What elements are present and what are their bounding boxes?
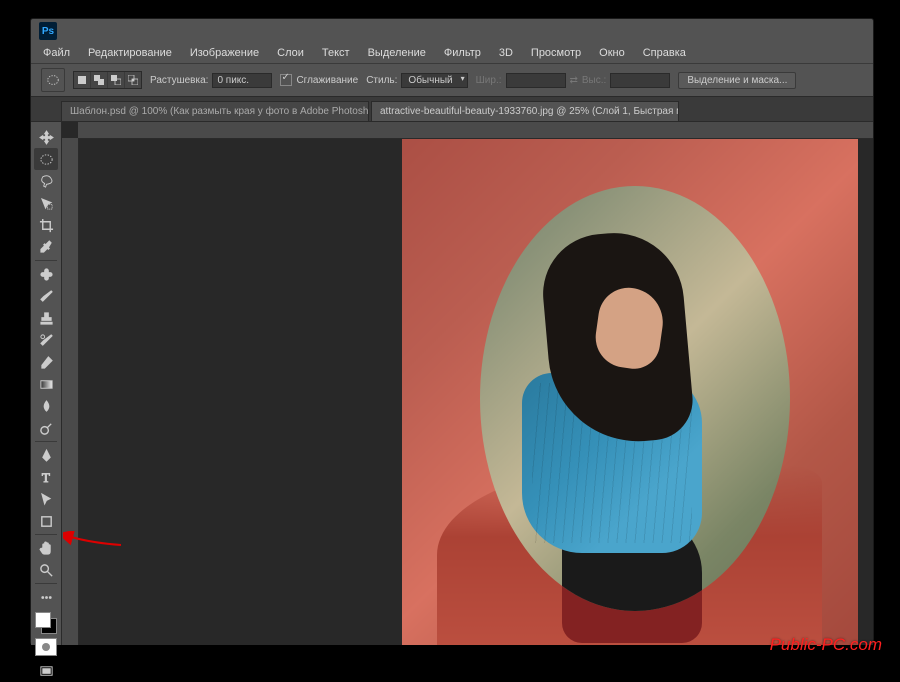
workspace: T — [31, 122, 873, 645]
screen-mode-icon[interactable] — [34, 660, 58, 682]
menu-layer[interactable]: Слои — [269, 45, 312, 61]
options-bar: Растушевка: Сглаживание Стиль: Обычный Ш… — [31, 63, 873, 97]
feather-label: Растушевка: — [150, 75, 208, 86]
dodge-tool-icon[interactable] — [34, 417, 58, 439]
color-swatches[interactable] — [35, 612, 57, 634]
tab-label: Шаблон.psd @ 100% (Как размыть края у фо… — [70, 106, 369, 117]
menu-help[interactable]: Справка — [635, 45, 694, 61]
eyedropper-tool-icon[interactable] — [34, 236, 58, 258]
zoom-tool-icon[interactable] — [34, 559, 58, 581]
marquee-tool-icon[interactable] — [34, 148, 58, 170]
eraser-tool-icon[interactable] — [34, 351, 58, 373]
annotation-arrow — [63, 531, 123, 552]
selection-subtract-icon[interactable] — [108, 72, 124, 88]
svg-text:T: T — [41, 470, 49, 485]
menu-text[interactable]: Текст — [314, 45, 358, 61]
height-label: Выс.: — [582, 75, 606, 86]
path-select-tool-icon[interactable] — [34, 488, 58, 510]
swap-dims-icon: ⇄ — [570, 75, 578, 86]
menu-select[interactable]: Выделение — [360, 45, 434, 61]
ruler-horizontal — [78, 122, 873, 139]
history-brush-tool-icon[interactable] — [34, 329, 58, 351]
quick-mask-selection — [480, 186, 790, 611]
document-canvas[interactable] — [402, 138, 858, 645]
menu-filter[interactable]: Фильтр — [436, 45, 489, 61]
selection-intersect-icon[interactable] — [125, 72, 141, 88]
type-tool-icon[interactable]: T — [34, 466, 58, 488]
move-tool-icon[interactable] — [34, 126, 58, 148]
quick-mask-toggle-icon[interactable] — [35, 638, 57, 656]
selection-new-icon[interactable] — [74, 72, 90, 88]
menu-edit[interactable]: Редактирование — [80, 45, 180, 61]
height-input — [610, 73, 670, 88]
titlebar: Ps — [31, 19, 873, 43]
menu-view[interactable]: Просмотр — [523, 45, 589, 61]
crop-tool-icon[interactable] — [34, 214, 58, 236]
feather-input[interactable] — [212, 73, 272, 88]
antialias-label: Сглаживание — [296, 75, 358, 86]
foreground-color[interactable] — [35, 612, 51, 628]
ruler-vertical — [62, 138, 79, 645]
style-dropdown[interactable]: Обычный — [401, 73, 467, 88]
pen-tool-icon[interactable] — [34, 444, 58, 466]
document-tabs: Шаблон.psd @ 100% (Как размыть края у фо… — [31, 97, 873, 122]
blur-tool-icon[interactable] — [34, 395, 58, 417]
style-label: Стиль: — [366, 75, 397, 86]
edit-toolbar-icon[interactable] — [34, 586, 58, 608]
watermark: Public-PC.com — [770, 635, 882, 655]
healing-tool-icon[interactable] — [34, 263, 58, 285]
menu-image[interactable]: Изображение — [182, 45, 267, 61]
hand-tool-icon[interactable] — [34, 537, 58, 559]
tab-photo[interactable]: attractive-beautiful-beauty-1933760.jpg … — [371, 101, 679, 121]
current-tool-icon[interactable] — [41, 68, 65, 92]
menu-3d[interactable]: 3D — [491, 45, 521, 61]
brush-tool-icon[interactable] — [34, 285, 58, 307]
app-window: Ps Файл Редактирование Изображение Слои … — [30, 18, 874, 645]
quick-select-tool-icon[interactable] — [34, 192, 58, 214]
menubar: Файл Редактирование Изображение Слои Тек… — [31, 43, 873, 63]
width-input — [506, 73, 566, 88]
selection-add-icon[interactable] — [91, 72, 107, 88]
stamp-tool-icon[interactable] — [34, 307, 58, 329]
tools-panel: T — [31, 122, 62, 645]
selection-mode-group — [73, 71, 142, 89]
tab-label: attractive-beautiful-beauty-1933760.jpg … — [380, 106, 679, 117]
app-logo: Ps — [39, 22, 57, 40]
select-and-mask-button[interactable]: Выделение и маска... — [678, 72, 796, 89]
shape-tool-icon[interactable] — [34, 510, 58, 532]
width-label: Шир.: — [476, 75, 502, 86]
gradient-tool-icon[interactable] — [34, 373, 58, 395]
antialias-checkbox[interactable] — [280, 74, 292, 86]
lasso-tool-icon[interactable] — [34, 170, 58, 192]
menu-window[interactable]: Окно — [591, 45, 633, 61]
canvas-area[interactable] — [62, 122, 873, 645]
tab-template[interactable]: Шаблон.psd @ 100% (Как размыть края у фо… — [61, 101, 369, 121]
menu-file[interactable]: Файл — [35, 45, 78, 61]
